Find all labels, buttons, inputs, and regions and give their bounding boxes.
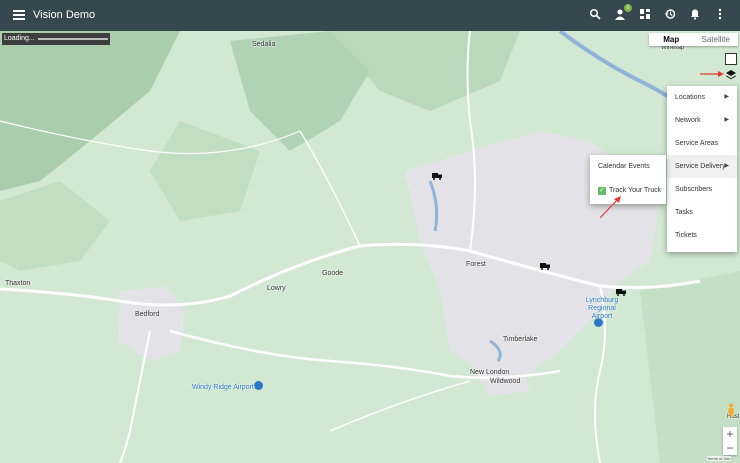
bell-icon[interactable] [688,8,702,22]
place-label: Thaxton [5,280,31,287]
more-vert-icon[interactable] [713,8,727,22]
fullscreen-icon[interactable] [725,53,737,65]
zoom-out-button[interactable]: − [723,441,737,455]
menu-item-label: Subscribers [675,186,712,193]
menu-item-network[interactable]: Network ▶ [667,109,737,132]
place-label: New London [470,369,510,376]
loading-progress-bar [38,38,108,40]
pointer-arrow-icon [700,71,724,77]
pointer-arrow-icon [599,196,621,219]
place-label: Forest [466,261,486,268]
map-type-toggle: Map Satellite [649,33,738,46]
place-label: Goode [322,270,344,277]
menu-item-tasks[interactable]: Tasks [667,201,737,224]
menu-item-locations[interactable]: Locations ▶ [667,86,737,109]
menu-item-label: Tickets [675,232,697,239]
user-icon[interactable]: 6 [613,4,632,22]
truck-icon[interactable] [540,263,550,270]
map-type-map-button[interactable]: Map [649,33,694,46]
menu-item-label: Network [675,117,701,124]
menu-icon[interactable] [13,10,25,20]
zoom-control: + − [723,427,737,455]
chevron-right-icon: ▶ [724,163,729,169]
menu-item-subscribers[interactable]: Subscribers [667,178,737,201]
place-label: Wildwood [490,378,521,385]
zoom-in-button[interactable]: + [723,427,737,441]
layers-icon[interactable] [725,68,737,80]
airport-icon[interactable] [254,381,263,390]
dashboard-icon[interactable] [638,8,652,22]
menu-item-tickets[interactable]: Tickets [667,224,737,247]
place-label: Timberlake [503,336,538,343]
menu-item-label: Service Areas [675,140,719,147]
menu-item-service-delivery[interactable]: Service Delivery ▶ [667,155,737,178]
chevron-right-icon: ▶ [724,94,729,100]
submenu-item-label: Calendar Events [598,163,650,170]
loading-text: Loading... [4,35,35,42]
app-title: Vision Demo [33,9,96,21]
loading-indicator: Loading... [2,33,110,45]
chevron-right-icon: ▶ [724,117,729,123]
map-terrain [0,31,740,463]
truck-icon[interactable] [432,173,442,180]
search-icon[interactable] [588,8,602,22]
map-canvas[interactable] [0,31,740,463]
truck-icon[interactable] [616,289,626,296]
terms-link[interactable]: Terms of Use [707,456,731,461]
street-view-pegman-icon[interactable] [727,403,735,417]
airport-label: Lynchburg Regional Airport [585,297,619,320]
app-header: Vision Demo 6 [0,0,740,31]
layers-menu: Locations ▶ Network ▶ Service Areas Serv… [667,86,737,252]
place-label: Lowry [267,285,286,292]
history-icon[interactable] [663,8,677,22]
menu-item-label: Locations [675,94,705,101]
place-label: Bedford [135,311,160,318]
submenu-item-calendar-events[interactable]: Calendar Events [590,155,666,179]
menu-item-label: Service Delivery [675,163,726,170]
notification-count-badge: 6 [624,4,632,12]
menu-item-label: Tasks [675,209,693,216]
airport-label: Windy Ridge Airport [192,384,254,391]
menu-item-service-areas[interactable]: Service Areas [667,132,737,155]
place-label: Sedalia [252,41,276,48]
map-type-satellite-button[interactable]: Satellite [694,33,739,46]
